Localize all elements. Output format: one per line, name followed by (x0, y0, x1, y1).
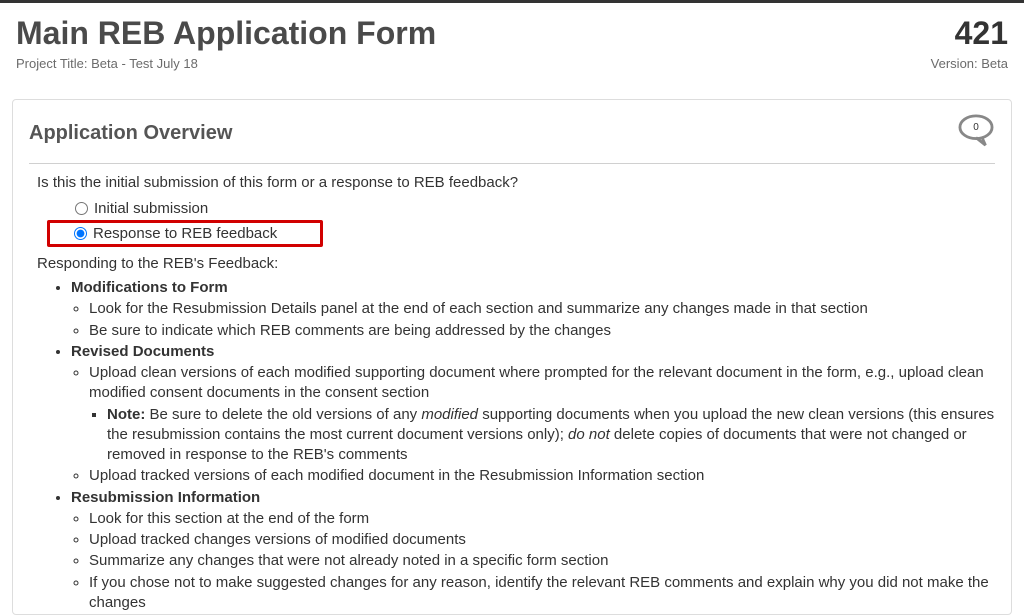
radio-initial-input[interactable] (75, 202, 88, 215)
modifications-title: Modifications to Form (71, 279, 228, 296)
list-item: Summarize any changes that were not alre… (89, 551, 995, 571)
radio-response-input[interactable] (74, 227, 87, 240)
list-item: Look for the Resubmission Details panel … (89, 299, 995, 319)
list-item: Be sure to indicate which REB comments a… (89, 321, 995, 341)
list-item: Look for this section at the end of the … (89, 509, 995, 529)
radio-response-label: Response to REB feedback (93, 225, 277, 242)
application-overview-panel: Application Overview 0 Is this the initi… (12, 99, 1012, 615)
project-title: Project Title: Beta - Test July 18 (16, 56, 198, 71)
guidance-list: Modifications to Form Look for the Resub… (71, 278, 995, 613)
list-item: Upload tracked changes versions of modif… (89, 530, 995, 550)
radio-initial-submission[interactable]: Initial submission (75, 197, 995, 220)
revised-docs-title: Revised Documents (71, 343, 214, 360)
version-label: Version: Beta (931, 56, 1008, 71)
radio-response-feedback[interactable]: Response to REB feedback (47, 220, 323, 247)
radio-initial-label: Initial submission (94, 200, 208, 217)
speech-bubble-icon (957, 135, 995, 152)
list-item: Upload clean versions of each modified s… (89, 363, 995, 465)
list-item: Upload tracked versions of each modified… (89, 466, 995, 486)
question-text: Is this the initial submission of this f… (37, 174, 995, 191)
feedback-heading: Responding to the REB's Feedback: (37, 255, 995, 272)
page-title: Main REB Application Form (16, 15, 436, 52)
form-number: 421 (955, 15, 1008, 52)
comment-button[interactable]: 0 (957, 114, 995, 153)
list-item: Note: Be sure to delete the old versions… (107, 405, 995, 466)
comment-count: 0 (971, 122, 981, 133)
resubmission-title: Resubmission Information (71, 489, 260, 506)
list-item: If you chose not to make suggested chang… (89, 573, 995, 614)
panel-title: Application Overview (29, 122, 232, 145)
